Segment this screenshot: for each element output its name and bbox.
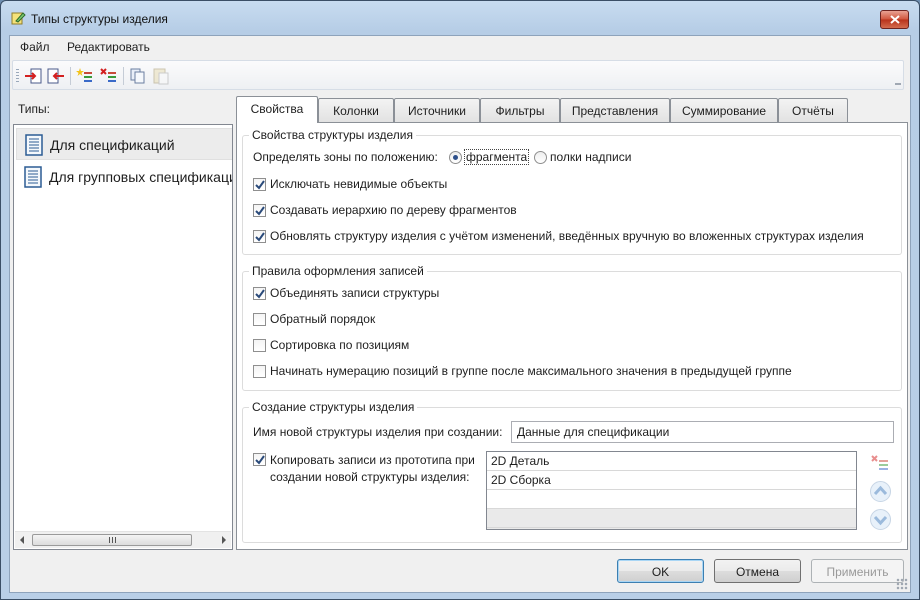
type-item-label: Для групповых спецификаций: [49, 169, 233, 185]
group-title: Правила оформления записей: [249, 264, 427, 278]
apply-button[interactable]: Применить: [811, 559, 904, 583]
checkbox-invisible[interactable]: [253, 178, 266, 191]
check-icon: [255, 206, 265, 216]
checkbox-label: Обновлять структуру изделия с учётом изм…: [270, 229, 864, 243]
tab-sources[interactable]: Источники: [394, 98, 480, 122]
copy-icon[interactable]: [128, 66, 148, 86]
client-area: Файл Редактировать Типы: Для спецификаци…: [9, 35, 911, 593]
checkbox-label: Копировать записи из прототипа при созда…: [270, 453, 475, 484]
structure-creation-group: Создание структуры изделия Имя новой стр…: [242, 400, 902, 543]
checkbox-reverse[interactable]: [253, 313, 266, 326]
checkbox-numbering[interactable]: [253, 365, 266, 378]
structure-properties-group: Свойства структуры изделия Определять зо…: [242, 128, 902, 255]
tab-columns[interactable]: Колонки: [318, 98, 394, 122]
toolbar-separator: [123, 67, 124, 85]
tab-views[interactable]: Представления: [560, 98, 670, 122]
name-label: Имя новой структуры изделия при создании…: [253, 425, 503, 439]
checkbox-label: Исключать невидимые объекты: [270, 177, 448, 191]
document-icon: [24, 166, 42, 188]
grid-row[interactable]: 2D Деталь: [487, 452, 856, 471]
check-icon: [255, 232, 265, 242]
move-out-icon[interactable]: [46, 66, 66, 86]
records-rules-group: Правила оформления записей Объединять за…: [242, 264, 902, 391]
group-title: Свойства структуры изделия: [249, 128, 416, 142]
toolbar-separator: [70, 67, 71, 85]
scroll-thumb[interactable]: [32, 534, 192, 546]
close-icon: [890, 15, 900, 24]
tab-properties[interactable]: Свойства: [236, 96, 318, 123]
document-icon: [25, 134, 43, 156]
checkbox-label: Создавать иерархию по дереву фрагментов: [270, 203, 517, 217]
radio-stamp-label[interactable]: полки надписи: [550, 150, 631, 164]
group-title: Создание структуры изделия: [249, 400, 418, 414]
edit-icon: [11, 12, 26, 25]
checkbox-sort[interactable]: [253, 339, 266, 352]
types-list[interactable]: Для спецификаций Для групповых специфика…: [13, 124, 233, 550]
close-button[interactable]: [880, 10, 909, 29]
structure-name-input[interactable]: Данные для спецификации: [511, 421, 894, 443]
checkbox-hierarchy[interactable]: [253, 204, 266, 217]
zones-row: Определять зоны по положению: фрагмента …: [253, 149, 631, 165]
toolbar-grip[interactable]: [16, 69, 19, 83]
grid-row[interactable]: [487, 509, 856, 528]
menu-edit[interactable]: Редактировать: [63, 40, 154, 54]
paste-icon[interactable]: [151, 66, 171, 86]
check-icon: [255, 180, 265, 190]
delete-row-icon[interactable]: [869, 452, 892, 475]
toolbar-overflow[interactable]: [895, 83, 901, 87]
move-in-icon[interactable]: [23, 66, 43, 86]
type-item-specifications[interactable]: Для спецификаций: [16, 128, 232, 160]
check-icon: [255, 455, 265, 465]
properties-panel: Свойства структуры изделия Определять зо…: [236, 122, 908, 550]
type-item-label: Для спецификаций: [50, 137, 175, 153]
check-icon: [255, 289, 265, 299]
grid-row[interactable]: [487, 490, 856, 509]
scroll-left-icon[interactable]: [20, 536, 24, 544]
title-bar[interactable]: Типы структуры изделия: [1, 1, 919, 35]
tab-summation[interactable]: Суммирование: [670, 98, 778, 122]
ok-button[interactable]: OK: [617, 559, 704, 583]
radio-fragment-label[interactable]: фрагмента: [463, 149, 530, 165]
zones-label: Определять зоны по положению:: [253, 150, 438, 164]
dialog-window: Типы структуры изделия Файл Редактироват…: [0, 0, 920, 600]
checkbox-copy[interactable]: [253, 453, 266, 466]
delete-item-icon[interactable]: [99, 66, 119, 86]
cancel-button[interactable]: Отмена: [714, 559, 801, 583]
arrow-down-icon[interactable]: [869, 508, 892, 531]
type-item-group-specifications[interactable]: Для групповых спецификаций: [16, 161, 233, 193]
types-label: Типы:: [18, 102, 50, 116]
prototype-records-grid[interactable]: 2D Деталь 2D Сборка: [486, 451, 857, 530]
types-horizontal-scrollbar[interactable]: [15, 531, 231, 548]
radio-fragment[interactable]: [449, 151, 462, 164]
toolbar: [12, 60, 904, 90]
checkbox-label: Объединять записи структуры: [270, 286, 440, 300]
grip-icon: [109, 537, 117, 543]
resize-grip[interactable]: [896, 578, 908, 590]
arrow-up-icon[interactable]: [869, 480, 892, 503]
grid-row[interactable]: 2D Сборка: [487, 471, 856, 490]
radio-stamp[interactable]: [534, 151, 547, 164]
tab-reports[interactable]: Отчёты: [778, 98, 848, 122]
menu-file[interactable]: Файл: [16, 40, 54, 54]
checkbox-merge[interactable]: [253, 287, 266, 300]
checkbox-label: Сортировка по позициям: [270, 338, 410, 352]
menu-bar: Файл Редактировать: [10, 36, 910, 58]
tab-filters[interactable]: Фильтры: [480, 98, 560, 122]
window-title: Типы структуры изделия: [31, 12, 168, 26]
checkbox-label: Обратный порядок: [270, 312, 376, 326]
checkbox-label: Начинать нумерацию позиций в группе посл…: [270, 364, 792, 378]
scroll-right-icon[interactable]: [222, 536, 226, 544]
checkbox-row[interactable]: Копировать записи из прототипа при созда…: [253, 452, 483, 492]
checkbox-update[interactable]: [253, 230, 266, 243]
add-item-icon[interactable]: [75, 66, 95, 86]
